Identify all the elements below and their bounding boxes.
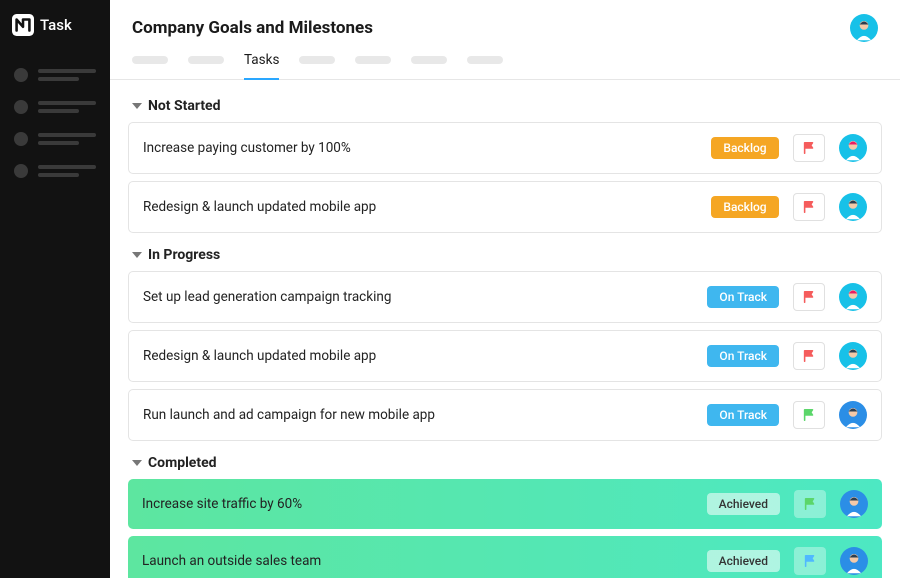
tab-placeholder[interactable] bbox=[411, 56, 447, 64]
task-title: Increase site traffic by 60% bbox=[142, 496, 693, 512]
status-badge[interactable]: Achieved bbox=[707, 550, 780, 572]
status-badge[interactable]: On Track bbox=[707, 404, 779, 426]
task-title: Set up lead generation campaign tracking bbox=[143, 289, 693, 305]
task-title: Redesign & launch updated mobile app bbox=[143, 199, 697, 215]
flag-button[interactable] bbox=[793, 401, 825, 429]
task-row[interactable]: Increase site traffic by 60% Achieved bbox=[128, 479, 882, 529]
status-badge[interactable]: Achieved bbox=[707, 493, 780, 515]
sidebar: Task bbox=[0, 0, 110, 578]
user-avatar[interactable] bbox=[850, 14, 878, 42]
sidebar-nav bbox=[0, 50, 110, 196]
flag-icon bbox=[802, 200, 816, 214]
status-badge[interactable]: Backlog bbox=[711, 137, 779, 159]
task-title: Run launch and ad campaign for new mobil… bbox=[143, 407, 693, 423]
assignee-avatar[interactable] bbox=[839, 134, 867, 162]
assignee-avatar[interactable] bbox=[840, 490, 868, 518]
task-title: Increase paying customer by 100% bbox=[143, 140, 697, 156]
logo-icon bbox=[12, 14, 34, 36]
task-row[interactable]: Launch an outside sales team Achieved bbox=[128, 536, 882, 578]
task-row[interactable]: Set up lead generation campaign tracking… bbox=[128, 271, 882, 323]
sidebar-item[interactable] bbox=[14, 100, 96, 114]
chevron-down-icon bbox=[132, 252, 142, 258]
section-completed: Completed Increase site traffic by 60% Ach… bbox=[128, 449, 882, 578]
flag-button[interactable] bbox=[794, 490, 826, 518]
task-title: Redesign & launch updated mobile app bbox=[143, 348, 693, 364]
main-content: Company Goals and Milestones Tasks Not S… bbox=[110, 0, 900, 578]
task-row[interactable]: Redesign & launch updated mobile app On T… bbox=[128, 330, 882, 382]
section-header[interactable]: In Progress bbox=[128, 241, 882, 271]
assignee-avatar[interactable] bbox=[839, 401, 867, 429]
task-title: Launch an outside sales team bbox=[142, 553, 693, 569]
flag-button[interactable] bbox=[793, 342, 825, 370]
assignee-avatar[interactable] bbox=[839, 283, 867, 311]
tabs: Tasks bbox=[110, 52, 900, 80]
flag-icon bbox=[803, 554, 817, 568]
task-row[interactable]: Run launch and ad campaign for new mobil… bbox=[128, 389, 882, 441]
sidebar-item[interactable] bbox=[14, 68, 96, 82]
status-badge[interactable]: On Track bbox=[707, 345, 779, 367]
flag-icon bbox=[802, 349, 816, 363]
flag-icon bbox=[802, 408, 816, 422]
tab-tasks[interactable]: Tasks bbox=[244, 52, 279, 80]
flag-button[interactable] bbox=[793, 193, 825, 221]
flag-icon bbox=[802, 290, 816, 304]
flag-icon bbox=[802, 141, 816, 155]
assignee-avatar[interactable] bbox=[839, 193, 867, 221]
status-badge[interactable]: On Track bbox=[707, 286, 779, 308]
tab-placeholder[interactable] bbox=[188, 56, 224, 64]
tab-placeholder[interactable] bbox=[132, 56, 168, 64]
section-title: In Progress bbox=[148, 247, 220, 263]
assignee-avatar[interactable] bbox=[840, 547, 868, 575]
section-not_started: Not Started Increase paying customer by 1… bbox=[128, 92, 882, 233]
flag-button[interactable] bbox=[794, 547, 826, 575]
tab-placeholder[interactable] bbox=[355, 56, 391, 64]
tab-placeholder[interactable] bbox=[467, 56, 503, 64]
header: Company Goals and Milestones bbox=[110, 0, 900, 52]
sidebar-item[interactable] bbox=[14, 164, 96, 178]
app-name: Task bbox=[40, 16, 72, 34]
app-logo[interactable]: Task bbox=[0, 0, 110, 50]
assignee-avatar[interactable] bbox=[839, 342, 867, 370]
section-header[interactable]: Not Started bbox=[128, 92, 882, 122]
section-in_progress: In Progress Set up lead generation campai… bbox=[128, 241, 882, 441]
flag-button[interactable] bbox=[793, 134, 825, 162]
flag-button[interactable] bbox=[793, 283, 825, 311]
flag-icon bbox=[803, 497, 817, 511]
chevron-down-icon bbox=[132, 460, 142, 466]
sidebar-item[interactable] bbox=[14, 132, 96, 146]
section-title: Completed bbox=[148, 455, 217, 471]
task-row[interactable]: Increase paying customer by 100% Backlog bbox=[128, 122, 882, 174]
section-title: Not Started bbox=[148, 98, 221, 114]
tab-placeholder[interactable] bbox=[299, 56, 335, 64]
task-row[interactable]: Redesign & launch updated mobile app Back… bbox=[128, 181, 882, 233]
status-badge[interactable]: Backlog bbox=[711, 196, 779, 218]
page-title: Company Goals and Milestones bbox=[132, 18, 373, 38]
section-header[interactable]: Completed bbox=[128, 449, 882, 479]
task-list-container: Not Started Increase paying customer by 1… bbox=[110, 80, 900, 578]
chevron-down-icon bbox=[132, 103, 142, 109]
